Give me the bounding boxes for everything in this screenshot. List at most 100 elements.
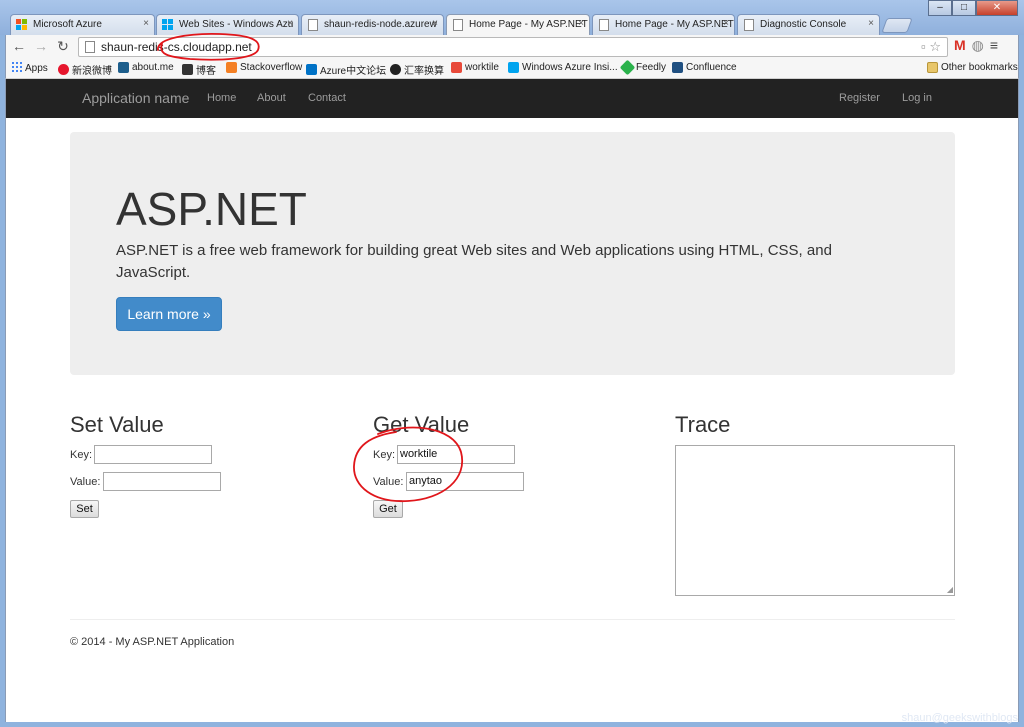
star-icon[interactable]: ☆: [929, 39, 941, 54]
nav-login[interactable]: Log in: [902, 92, 932, 104]
browser-toolbar: ← → ↻ shaun-redis-cs.cloudapp.net ▫ ☆ M …: [5, 35, 1019, 59]
azure-icon: [306, 64, 317, 75]
bookmark-label: Feedly: [636, 62, 667, 73]
close-icon[interactable]: ×: [143, 18, 149, 29]
page-icon: [85, 41, 95, 53]
omnibox-icons: ▫ ☆: [921, 39, 941, 55]
tab-redis-node[interactable]: shaun-redis-node.azurew ×: [301, 14, 444, 35]
tab-diagnostic-console[interactable]: Diagnostic Console ×: [737, 14, 880, 35]
gmail-icon[interactable]: M: [954, 37, 966, 54]
url-text: shaun-redis-cs.cloudapp.net: [101, 40, 252, 54]
page-icon: [598, 19, 610, 31]
bookmark-label: Other bookmarks: [941, 62, 1018, 73]
close-icon[interactable]: ×: [578, 18, 584, 29]
other-bookmarks[interactable]: Other bookmarks: [927, 62, 1018, 73]
globe-icon[interactable]: ◍: [972, 37, 984, 54]
web-page: Application name Home About Contact Regi…: [5, 79, 1019, 722]
windows-logo-icon: [16, 19, 28, 31]
get-key-label: Key:: [373, 449, 396, 461]
trace-heading: Trace: [675, 412, 731, 437]
extension-icons: M ◍ ≡: [954, 37, 998, 54]
tab-home-page-active[interactable]: Home Page - My ASP.NET ×: [446, 14, 590, 36]
bookmark-apps[interactable]: Apps: [12, 62, 48, 75]
set-button[interactable]: Set: [70, 500, 99, 518]
page-action-icon[interactable]: ▫: [921, 39, 926, 54]
nav-register[interactable]: Register: [839, 92, 880, 104]
get-value-input[interactable]: anytao: [406, 472, 524, 491]
confluence-icon: [672, 62, 683, 73]
bookmark-label: Windows Azure Insi...: [522, 62, 618, 73]
bookmark-label: worktile: [465, 62, 499, 73]
reload-icon[interactable]: ↻: [54, 38, 72, 55]
tab-label: Web Sites - Windows Azu: [179, 19, 294, 30]
bookmark-exchange[interactable]: 汇率换算: [390, 62, 444, 77]
back-arrow-icon[interactable]: ←: [10, 38, 28, 54]
page-icon: [452, 19, 464, 31]
blog-icon: [182, 64, 193, 75]
tab-label: Diagnostic Console: [760, 19, 847, 30]
apps-grid-icon: [12, 62, 22, 75]
close-icon[interactable]: ×: [432, 18, 438, 29]
bookmark-about-me[interactable]: about.me: [118, 62, 174, 73]
nav-contact[interactable]: Contact: [308, 92, 346, 104]
bookmark-stackoverflow[interactable]: Stackoverflow: [226, 62, 302, 73]
maximize-button[interactable]: □: [952, 0, 976, 16]
browser-window: Microsoft Azure × Web Sites - Windows Az…: [0, 0, 1024, 727]
nav-home[interactable]: Home: [207, 92, 236, 104]
bookmark-label: Confluence: [686, 62, 737, 73]
tab-web-sites[interactable]: Web Sites - Windows Azu ×: [156, 14, 299, 35]
minimize-button[interactable]: –: [928, 0, 952, 16]
bookmark-feedly[interactable]: Feedly: [619, 59, 667, 76]
menu-icon[interactable]: ≡: [990, 37, 998, 54]
bookmark-azure-insider[interactable]: Windows Azure Insi...: [508, 62, 618, 73]
bookmark-label: 博客: [196, 66, 216, 77]
folder-icon: [927, 62, 938, 73]
trace-textarea[interactable]: ◢: [675, 445, 955, 596]
weibo-icon: [58, 64, 69, 75]
jumbotron: ASP.NET ASP.NET is a free web framework …: [70, 132, 955, 375]
footer-text: © 2014 - My ASP.NET Application: [70, 636, 235, 648]
close-icon[interactable]: ×: [723, 18, 729, 29]
worktile-icon: [451, 62, 462, 73]
close-icon[interactable]: ×: [868, 18, 874, 29]
resize-grip-icon[interactable]: ◢: [947, 585, 953, 594]
tab-home-page[interactable]: Home Page - My ASP.NET ×: [592, 14, 735, 35]
tab-label: Home Page - My ASP.NET: [615, 19, 734, 30]
watermark: shaun@geekswithblogs: [901, 712, 1018, 724]
site-navbar: Application name Home About Contact Regi…: [6, 79, 1018, 118]
forward-arrow-icon[interactable]: →: [32, 38, 50, 54]
set-value-heading: Set Value: [70, 412, 164, 437]
close-icon[interactable]: ×: [287, 18, 293, 29]
nav-about[interactable]: About: [257, 92, 286, 104]
get-key-input[interactable]: worktile: [397, 445, 515, 464]
tab-microsoft-azure[interactable]: Microsoft Azure ×: [10, 14, 155, 35]
bookmark-label: 新浪微博: [72, 66, 112, 77]
bookmark-label: about.me: [132, 62, 174, 73]
bookmark-worktile[interactable]: worktile: [451, 62, 499, 73]
page-icon: [307, 19, 319, 31]
close-window-button[interactable]: ✕: [976, 0, 1018, 16]
windows-logo-icon: [162, 19, 174, 31]
set-key-label: Key:: [70, 449, 93, 461]
jumbotron-lead: ASP.NET is a free web framework for buil…: [116, 242, 832, 281]
learn-more-button[interactable]: Learn more »: [116, 297, 222, 331]
bookmark-weibo[interactable]: 新浪微博: [58, 62, 112, 77]
footer-divider: [70, 619, 955, 620]
get-value-heading: Get Value: [373, 412, 470, 437]
windows-logo-icon: [508, 62, 519, 73]
about-me-icon: [118, 62, 129, 73]
tab-label: Home Page - My ASP.NET: [469, 19, 588, 30]
set-value-input[interactable]: [103, 472, 221, 491]
stackoverflow-icon: [226, 62, 237, 73]
new-tab-button[interactable]: [881, 18, 913, 33]
bookmarks-bar: Apps 新浪微博 about.me 博客 Stackoverflow Azur…: [5, 59, 1019, 79]
tab-label: shaun-redis-node.azurew: [324, 19, 437, 30]
bookmark-azure-forum[interactable]: Azure中文论坛: [306, 62, 386, 77]
bookmark-confluence[interactable]: Confluence: [672, 62, 737, 73]
bookmark-blog[interactable]: 博客: [182, 62, 216, 77]
address-bar[interactable]: shaun-redis-cs.cloudapp.net ▫ ☆: [78, 37, 948, 57]
bookmark-label: Azure中文论坛: [320, 66, 387, 77]
set-key-input[interactable]: [94, 445, 212, 464]
navbar-brand[interactable]: Application name: [82, 90, 189, 106]
get-button[interactable]: Get: [373, 500, 403, 518]
